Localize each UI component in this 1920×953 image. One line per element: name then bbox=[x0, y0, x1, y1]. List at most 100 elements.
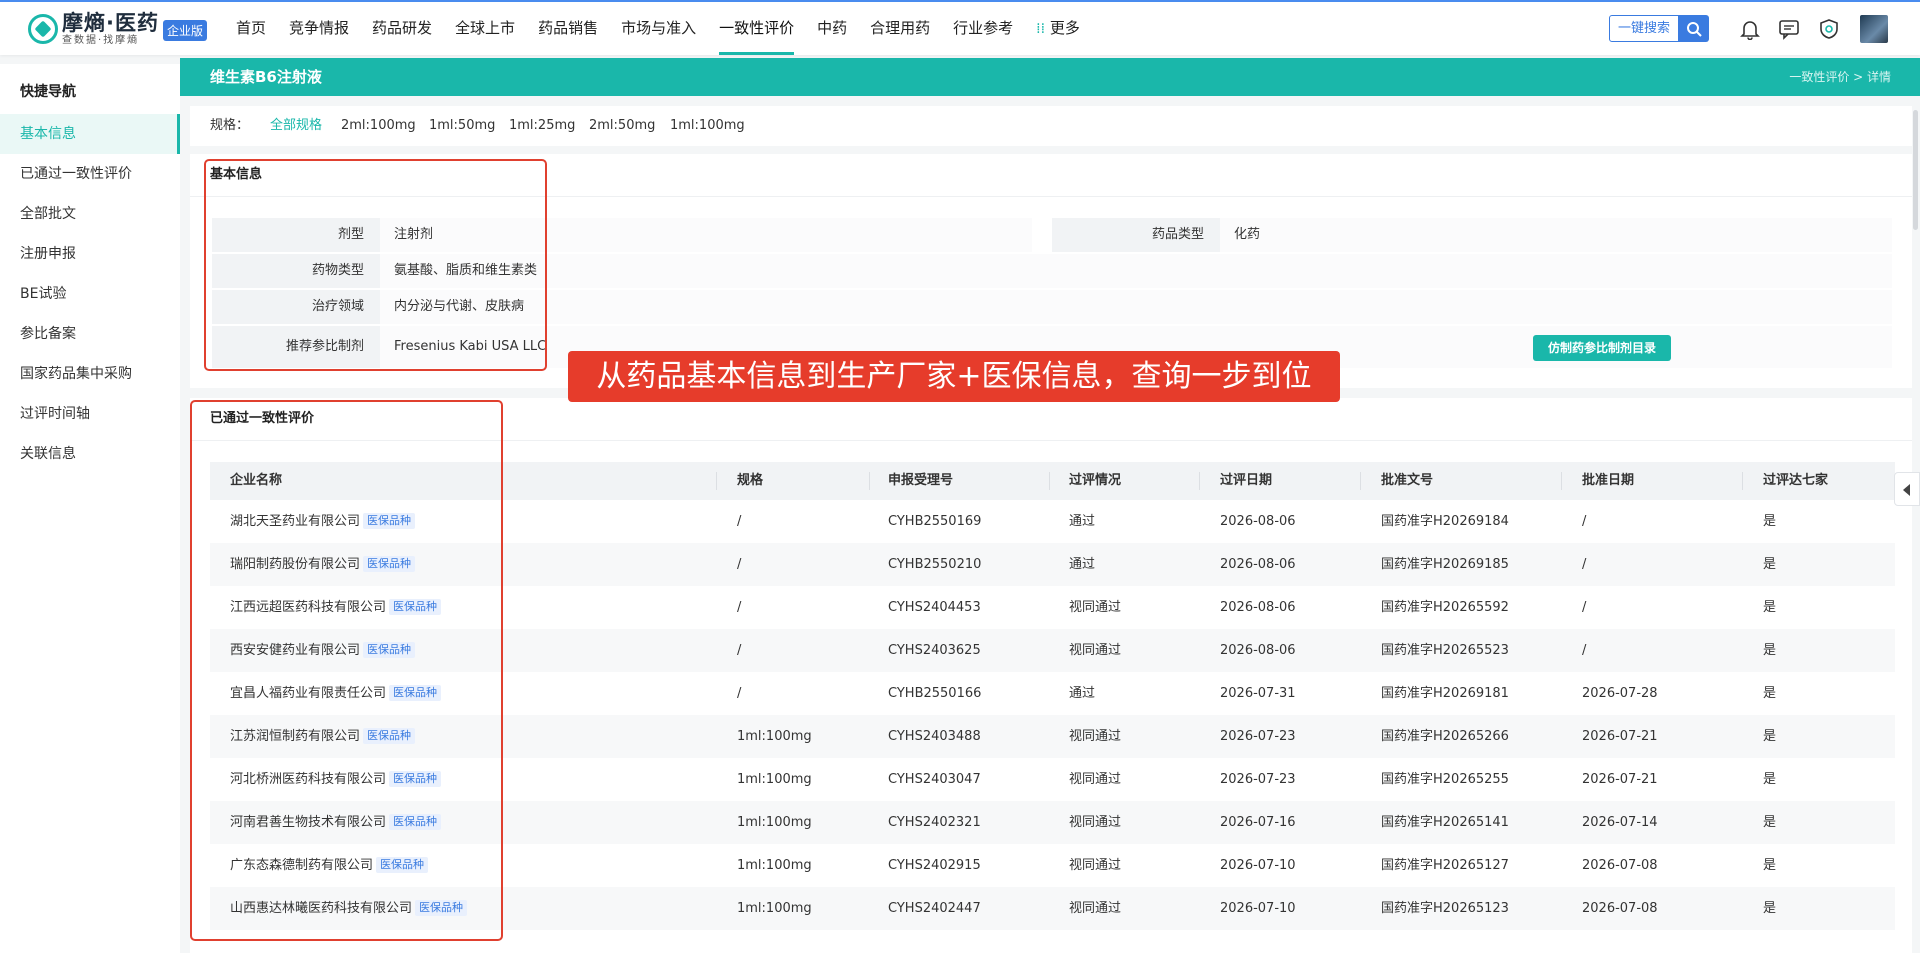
status-cell-text: 通过 bbox=[1069, 514, 1096, 529]
collapse-arrow-icon[interactable] bbox=[1894, 472, 1920, 506]
nav-item-global-launch[interactable]: 全球上市 bbox=[455, 2, 515, 55]
nav-item-industry-ref[interactable]: 行业参考 bbox=[953, 2, 1013, 55]
approval-date-cell: / bbox=[1582, 543, 1586, 586]
spec-cell: / bbox=[737, 629, 741, 672]
status-cell-text: 通过 bbox=[1069, 557, 1096, 572]
spec-option-1ml-50mg[interactable]: 1ml:50mg bbox=[429, 106, 495, 146]
nav-item-tcm[interactable]: 中药 bbox=[817, 2, 847, 55]
nav-item-rational-use[interactable]: 合理用药 bbox=[870, 2, 930, 55]
col-status[interactable]: 过评情况 bbox=[1069, 462, 1121, 500]
sidebar-item-passed-eval[interactable]: 已通过一致性评价 bbox=[0, 154, 180, 194]
col-pass-date[interactable]: 过评日期 bbox=[1220, 462, 1272, 500]
brand-slogan: 查数据·找摩熵 bbox=[62, 34, 140, 46]
search-icon bbox=[1687, 22, 1702, 37]
spec-option-2ml-50mg[interactable]: 2ml:50mg bbox=[589, 106, 655, 146]
approval-date-cell-text: / bbox=[1582, 557, 1587, 572]
spec-option-2ml-100mg[interactable]: 2ml:100mg bbox=[341, 106, 416, 146]
shield-icon[interactable] bbox=[1818, 18, 1840, 40]
pass-date-cell: 2026-08-06 bbox=[1220, 629, 1296, 672]
nav-item-more[interactable]: ⁞⁞ 更多 bbox=[1036, 2, 1080, 55]
col-approval-date[interactable]: 批准日期 bbox=[1582, 462, 1634, 500]
scrollbar-thumb[interactable] bbox=[1913, 110, 1918, 230]
pass-date-cell-text: 2026-07-23 bbox=[1220, 772, 1296, 787]
approval-date-cell-text: 2026-07-28 bbox=[1582, 686, 1658, 701]
nav-item-market-access[interactable]: 市场与准入 bbox=[621, 2, 696, 55]
page-title: 维生素B6注射液 bbox=[210, 68, 322, 86]
pass-date-cell: 2026-07-10 bbox=[1220, 887, 1296, 930]
sidebar-item-be-trial[interactable]: BE试验 bbox=[0, 274, 180, 314]
sidebar-item-all-approvals[interactable]: 全部批文 bbox=[0, 194, 180, 234]
user-avatar[interactable] bbox=[1860, 15, 1888, 43]
approval-no-cell-text: 国药准字H20265523 bbox=[1381, 643, 1509, 658]
col-approval-no[interactable]: 批准文号 bbox=[1381, 462, 1433, 500]
approval-no-cell-text: 国药准字H20269185 bbox=[1381, 557, 1509, 572]
spec-cell-text: 1ml:100mg bbox=[737, 901, 812, 916]
status-cell-text: 视同通过 bbox=[1069, 815, 1122, 830]
message-icon[interactable] bbox=[1778, 18, 1800, 40]
annotation-box-basic-info bbox=[204, 159, 547, 371]
seven-companies-cell-text: 是 bbox=[1763, 600, 1777, 615]
spec-label: 规格： bbox=[210, 118, 250, 133]
approval-no-cell-text: 国药准字H20265127 bbox=[1381, 858, 1509, 873]
accept-no-cell-text: CYHS2403488 bbox=[888, 729, 981, 744]
ref-catalog-button[interactable]: 仿制药参比制剂目录 bbox=[1533, 335, 1671, 361]
sidebar-item-related-info[interactable]: 关联信息 bbox=[0, 434, 180, 474]
search-submit-button[interactable] bbox=[1679, 15, 1709, 42]
accept-no-cell-text: CYHS2402321 bbox=[888, 815, 981, 830]
approval-date-cell: 2026-07-28 bbox=[1582, 672, 1658, 715]
nav-item-competitive-intel[interactable]: 竞争情报 bbox=[289, 2, 349, 55]
accept-no-cell-text: CYHS2404453 bbox=[888, 600, 981, 615]
sidebar-item-reference-filing[interactable]: 参比备案 bbox=[0, 314, 180, 354]
seven-companies-cell: 是 bbox=[1763, 586, 1776, 629]
approval-no-cell-text: 国药准字H20265141 bbox=[1381, 815, 1509, 830]
spec-cell: / bbox=[737, 672, 741, 715]
pass-date-cell: 2026-07-31 bbox=[1220, 672, 1296, 715]
status-cell: 通过 bbox=[1069, 672, 1095, 715]
brand-name: 摩熵·医药 bbox=[62, 10, 159, 35]
pass-date-cell-text: 2026-07-23 bbox=[1220, 729, 1296, 744]
breadcrumb[interactable]: 一致性评价 > 详情 bbox=[1789, 58, 1891, 96]
sidebar-item-basic-info[interactable]: 基本信息 bbox=[0, 114, 180, 154]
nav-item-consistency-eval[interactable]: 一致性评价 bbox=[719, 2, 795, 55]
spec-option-1ml-25mg[interactable]: 1ml:25mg bbox=[509, 106, 575, 146]
promo-caption: 从药品基本信息到生产厂家+医保信息，查询一步到位 bbox=[568, 351, 1340, 402]
approval-no-cell: 国药准字H20269184 bbox=[1381, 500, 1509, 543]
sidebar-item-national-procurement[interactable]: 国家药品集中采购 bbox=[0, 354, 180, 394]
approval-date-cell-text: 2026-07-21 bbox=[1582, 729, 1658, 744]
spec-cell: 1ml:100mg bbox=[737, 887, 812, 930]
seven-companies-cell: 是 bbox=[1763, 801, 1776, 844]
approval-no-cell: 国药准字H20269181 bbox=[1381, 672, 1509, 715]
spec-cell-text: / bbox=[737, 514, 742, 529]
status-cell-text: 视同通过 bbox=[1069, 643, 1122, 658]
nav-item-drug-rd[interactable]: 药品研发 bbox=[372, 2, 432, 55]
bell-icon[interactable] bbox=[1739, 18, 1761, 40]
spec-option-1ml-100mg[interactable]: 1ml:100mg bbox=[670, 106, 745, 146]
col-accept-no[interactable]: 申报受理号 bbox=[888, 462, 953, 500]
approval-no-cell-text: 国药准字H20265255 bbox=[1381, 772, 1509, 787]
spec-option-all[interactable]: 全部规格 bbox=[270, 106, 322, 146]
pass-date-cell-text: 2026-07-31 bbox=[1220, 686, 1296, 701]
sidebar-item-eval-timeline[interactable]: 过评时间轴 bbox=[0, 394, 180, 434]
spec-filter-bar: 规格： 全部规格 2ml:100mg 1ml:50mg 1ml:25mg 2ml… bbox=[190, 106, 1912, 146]
approval-no-cell: 国药准字H20265141 bbox=[1381, 801, 1509, 844]
approval-date-cell-text: / bbox=[1582, 600, 1587, 615]
accept-no-cell: CYHS2404453 bbox=[888, 586, 981, 629]
sidebar-item-registration[interactable]: 注册申报 bbox=[0, 234, 180, 274]
nav-item-drug-sales[interactable]: 药品销售 bbox=[538, 2, 598, 55]
pass-date-cell-text: 2026-07-10 bbox=[1220, 901, 1296, 916]
quick-search-button[interactable]: 一键搜索 bbox=[1609, 15, 1679, 42]
spec-cell-text: 1ml:100mg bbox=[737, 729, 812, 744]
approval-no-cell: 国药准字H20265592 bbox=[1381, 586, 1509, 629]
nav-item-home[interactable]: 首页 bbox=[236, 2, 266, 55]
brand-logo[interactable]: 摩熵·医药 查数据·找摩熵 企业版 bbox=[28, 10, 207, 48]
edition-badge: 企业版 bbox=[162, 20, 207, 41]
col-spec[interactable]: 规格 bbox=[737, 462, 763, 500]
status-cell: 视同通过 bbox=[1069, 715, 1121, 758]
col-seven-companies[interactable]: 过评达七家 bbox=[1763, 462, 1828, 500]
pass-date-cell: 2026-08-06 bbox=[1220, 586, 1296, 629]
approval-date-cell: / bbox=[1582, 586, 1586, 629]
accept-no-cell: CYHS2403488 bbox=[888, 715, 981, 758]
accept-no-cell: CYHB2550166 bbox=[888, 672, 981, 715]
top-header: 摩熵·医药 查数据·找摩熵 企业版 首页 竞争情报 药品研发 全球上市 药品销售… bbox=[0, 2, 1920, 55]
status-cell-text: 视同通过 bbox=[1069, 729, 1122, 744]
